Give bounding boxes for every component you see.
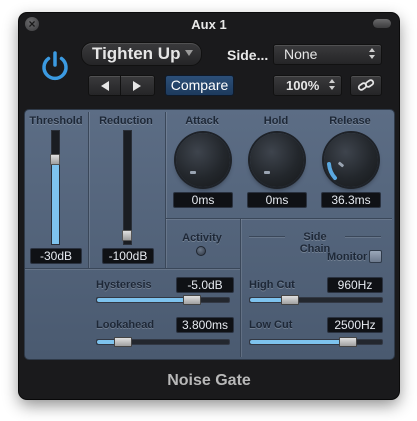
attack-knob[interactable] xyxy=(176,133,230,187)
threshold-value[interactable]: -30dB xyxy=(30,248,82,264)
preset-name: Tighten Up xyxy=(92,44,181,63)
hysteresis-value[interactable]: -5.0dB xyxy=(176,277,234,293)
power-icon[interactable] xyxy=(38,49,72,83)
side-chain-label: Side... xyxy=(227,47,269,63)
activity-led-icon xyxy=(196,246,206,256)
window-toolbar-toggle[interactable] xyxy=(373,19,391,28)
activity-label: Activity xyxy=(182,232,222,244)
hysteresis-slider-handle[interactable] xyxy=(183,295,202,305)
divider xyxy=(165,112,166,268)
divider xyxy=(25,268,240,269)
lookahead-slider-handle[interactable] xyxy=(114,337,133,347)
lookahead-label: Lookahead xyxy=(96,319,155,331)
hold-label: Hold xyxy=(263,115,289,127)
link-icon xyxy=(357,79,375,91)
updown-arrows-icon xyxy=(329,79,335,91)
attack-label: Attack xyxy=(185,115,219,127)
release-label: Release xyxy=(329,115,371,127)
hysteresis-slider-fill xyxy=(97,298,193,302)
high-cut-label: High Cut xyxy=(249,279,295,291)
hysteresis-slider[interactable] xyxy=(96,297,230,303)
next-preset-button[interactable] xyxy=(120,75,155,96)
release-value[interactable]: 36.3ms xyxy=(321,192,381,208)
low-cut-value[interactable]: 2500Hz xyxy=(327,317,383,333)
view-zoom-select[interactable]: 100% xyxy=(273,75,342,96)
lookahead-value[interactable]: 3.800ms xyxy=(176,317,234,333)
hysteresis-label: Hysteresis xyxy=(96,279,152,291)
low-cut-slider[interactable] xyxy=(249,339,383,345)
low-cut-label: Low Cut xyxy=(249,319,293,331)
threshold-label: Threshold xyxy=(29,115,83,127)
side-chain-rule-left xyxy=(249,236,285,237)
window-title: Aux 1 xyxy=(191,17,227,32)
low-cut-slider-handle[interactable] xyxy=(338,337,357,347)
arrow-left-icon xyxy=(101,81,109,91)
monitor-label: Monitor xyxy=(327,251,368,263)
high-cut-slider-handle[interactable] xyxy=(280,295,299,305)
knob-indicator xyxy=(190,171,196,174)
reduction-label: Reduction xyxy=(99,115,153,127)
release-knob-arc xyxy=(327,162,337,180)
preset-menu[interactable]: Tighten Up xyxy=(81,42,202,66)
threshold-slider-fill xyxy=(52,159,59,244)
side-chain-select-value: None xyxy=(284,46,318,62)
view-zoom-value: 100% xyxy=(286,78,320,93)
updown-arrows-icon xyxy=(369,48,375,60)
attack-value[interactable]: 0ms xyxy=(173,192,233,208)
previous-preset-button[interactable] xyxy=(88,75,122,96)
chevron-down-icon xyxy=(185,50,193,56)
arrow-right-icon xyxy=(133,81,141,91)
reduction-meter xyxy=(123,130,132,245)
compare-button[interactable]: Compare xyxy=(165,75,234,96)
link-button[interactable] xyxy=(350,75,382,96)
threshold-slider-handle[interactable] xyxy=(50,154,60,166)
divider xyxy=(88,112,89,268)
release-knob[interactable] xyxy=(324,133,378,187)
side-chain-select[interactable]: None xyxy=(273,44,382,65)
low-cut-slider-fill xyxy=(250,340,348,344)
plugin-name: Noise Gate xyxy=(167,372,251,389)
monitor-checkbox[interactable] xyxy=(369,250,382,263)
hold-knob[interactable] xyxy=(250,133,304,187)
reduction-meter-handle xyxy=(122,229,132,241)
high-cut-value[interactable]: 960Hz xyxy=(327,277,383,293)
threshold-slider[interactable] xyxy=(51,130,60,245)
divider xyxy=(240,219,241,357)
high-cut-slider[interactable] xyxy=(249,297,383,303)
hold-value[interactable]: 0ms xyxy=(247,192,307,208)
divider xyxy=(166,218,392,219)
knob-indicator xyxy=(264,171,270,174)
reduction-value: -100dB xyxy=(102,248,154,264)
side-chain-rule-right xyxy=(345,236,381,237)
